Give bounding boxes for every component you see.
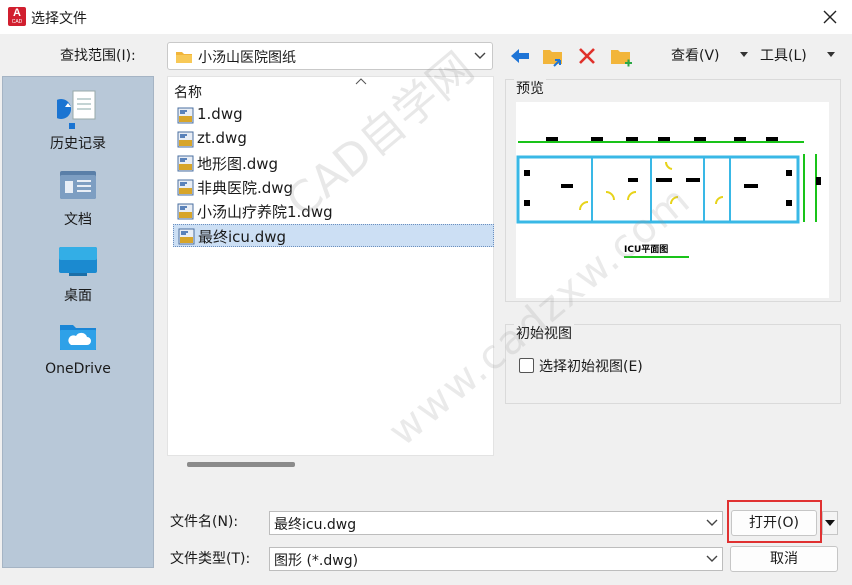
file-row[interactable]: 地形图.dwg (173, 152, 494, 175)
place-history[interactable]: 历史记录 (3, 81, 153, 155)
history-icon (57, 90, 96, 129)
desktop-icon (59, 247, 97, 276)
new-folder-icon (611, 50, 632, 67)
title-bar: A CAD 选择文件 (0, 0, 852, 34)
place-onedrive[interactable]: OneDrive (3, 309, 153, 383)
chevron-down-icon (474, 52, 486, 59)
name-column-header[interactable]: 名称 (174, 82, 202, 102)
up-folder-button[interactable] (540, 44, 566, 68)
places-bar: 历史记录 文档 桌面 OneDrive (2, 76, 154, 568)
tools-menu[interactable]: 工具(L) (760, 45, 807, 65)
drawing-caption: ICU平面图 (624, 244, 668, 255)
place-documents[interactable]: 文档 (3, 157, 153, 231)
view-menu-arrow-icon[interactable] (740, 52, 748, 58)
documents-icon (60, 171, 96, 199)
file-name-input[interactable]: 最终icu.dwg (269, 511, 723, 535)
dwg-file-icon (177, 179, 194, 196)
look-in-dropdown[interactable]: 小汤山医院图纸 (167, 42, 493, 70)
place-desktop[interactable]: 桌面 (3, 233, 153, 307)
tools-menu-arrow-icon[interactable] (827, 52, 835, 58)
back-button[interactable] (507, 44, 533, 68)
dwg-file-icon (177, 155, 194, 172)
file-name-label: 文件名(N): (170, 514, 239, 530)
file-name: 1.dwg (197, 105, 243, 123)
file-list[interactable]: 名称 1.dwg zt.dwg 地形图.dwg 非典医院.dwg 小汤山疗养院1.dwg… (167, 76, 494, 456)
onedrive-icon (60, 325, 96, 350)
file-type-value: 图形 (*.dwg) (274, 553, 359, 569)
file-row[interactable]: 最终icu.dwg (173, 224, 494, 247)
dwg-file-icon (177, 203, 194, 220)
scroll-thumb[interactable] (187, 462, 295, 467)
sort-ascending-icon (355, 78, 367, 85)
open-options-dropdown[interactable] (822, 511, 838, 535)
horizontal-scrollbar[interactable] (167, 458, 494, 470)
file-name: zt.dwg (197, 129, 247, 147)
dropdown-arrow-icon (825, 520, 835, 526)
file-row[interactable]: zt.dwg (173, 128, 494, 151)
close-icon (823, 10, 837, 24)
window-title: 选择文件 (31, 11, 87, 27)
chevron-down-icon (706, 519, 718, 526)
preview-group: 预览 ICU平面图 (505, 78, 841, 302)
back-arrow-icon (511, 49, 529, 63)
dwg-file-icon (177, 107, 194, 124)
file-type-label: 文件类型(T): (170, 551, 251, 567)
autocad-app-icon: A CAD (8, 7, 26, 26)
delete-button[interactable] (575, 44, 601, 68)
folder-up-icon (543, 50, 562, 67)
file-name: 地形图.dwg (197, 155, 279, 173)
initial-view-checkbox-label[interactable]: 选择初始视图(E) (539, 356, 643, 376)
initial-view-checkbox[interactable] (519, 358, 534, 373)
initial-view-group: 初始视图 选择初始视图(E) (505, 323, 841, 404)
floor-plan-thumbnail: ICU平面图 (516, 137, 821, 258)
dwg-file-icon (178, 228, 195, 245)
preview-label: 预览 (514, 78, 546, 98)
file-name-value: 最终icu.dwg (274, 517, 357, 533)
file-name: 小汤山疗养院1.dwg (197, 203, 333, 221)
open-button[interactable]: 打开(O) (731, 510, 817, 536)
file-name: 最终icu.dwg (198, 228, 287, 246)
new-folder-button[interactable] (608, 44, 634, 68)
cancel-button[interactable]: 取消 (730, 546, 838, 572)
dwg-file-icon (177, 131, 194, 148)
view-menu[interactable]: 查看(V) (671, 45, 720, 65)
folder-icon (176, 52, 192, 63)
file-type-select[interactable]: 图形 (*.dwg) (269, 547, 723, 571)
initial-view-label: 初始视图 (514, 323, 574, 343)
delete-x-icon (579, 48, 595, 64)
file-row[interactable]: 1.dwg (173, 104, 494, 127)
look-in-value: 小汤山医院图纸 (198, 50, 296, 66)
chevron-down-icon (706, 555, 718, 562)
close-button[interactable] (818, 5, 842, 29)
look-in-label: 查找范围(I): (60, 48, 136, 64)
file-row[interactable]: 小汤山疗养院1.dwg (173, 200, 494, 223)
drawing-preview: ICU平面图 (516, 102, 829, 298)
file-name: 非典医院.dwg (197, 179, 294, 197)
file-row[interactable]: 非典医院.dwg (173, 176, 494, 199)
